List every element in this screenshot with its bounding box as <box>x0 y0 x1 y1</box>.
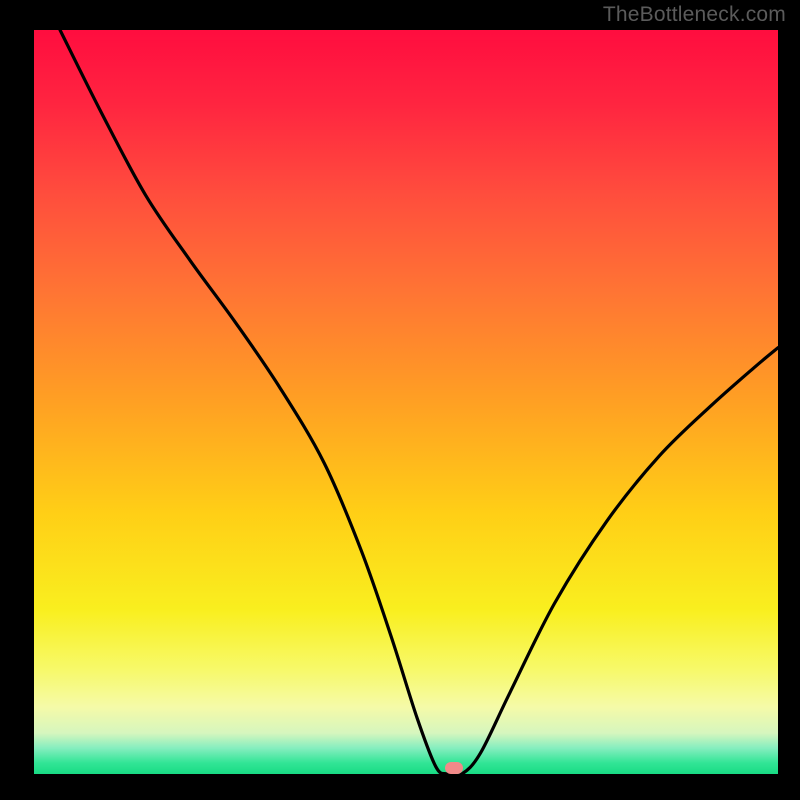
chart-frame: TheBottleneck.com <box>0 0 800 800</box>
plot-area <box>34 30 778 774</box>
bottleneck-marker <box>445 762 463 774</box>
bottleneck-curve <box>34 30 778 774</box>
watermark-text: TheBottleneck.com <box>603 3 786 27</box>
